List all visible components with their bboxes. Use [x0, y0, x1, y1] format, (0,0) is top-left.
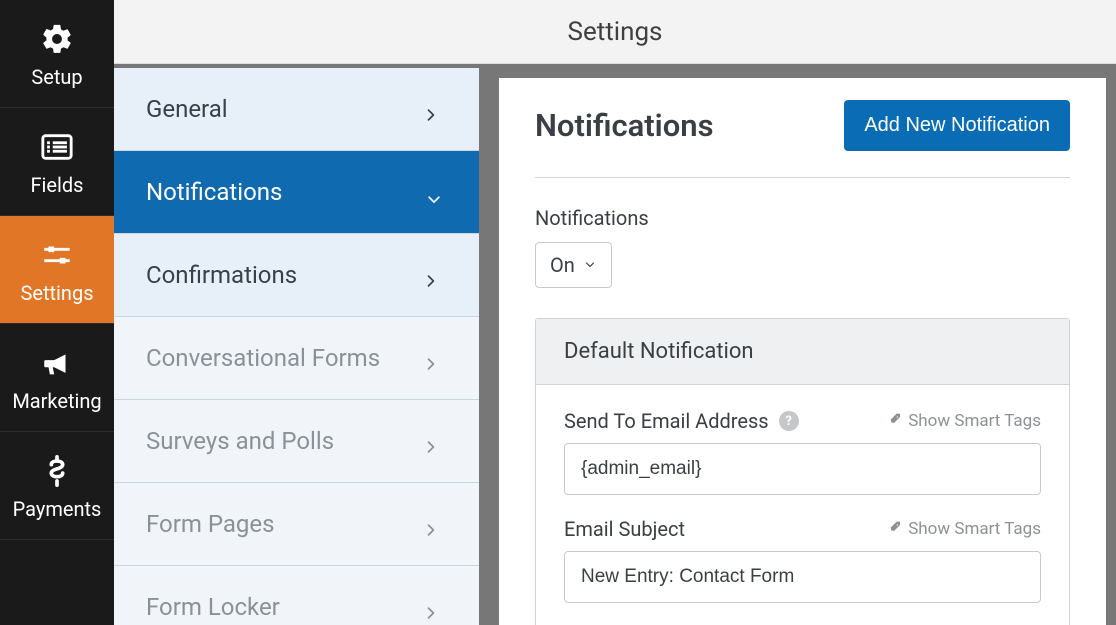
nav-item-general[interactable]: General	[114, 68, 479, 151]
nav-item-form-locker[interactable]: Form Locker	[114, 566, 479, 625]
chevron-right-icon	[425, 102, 439, 116]
nav-item-form-pages[interactable]: Form Pages	[114, 483, 479, 566]
rail-item-label: Marketing	[12, 389, 101, 413]
notifications-toggle-label: Notifications	[535, 206, 1070, 230]
rail-item-label: Settings	[20, 281, 93, 305]
notification-card: Default Notification Send To Email Addre…	[535, 318, 1070, 625]
left-rail: Setup Fields Settings Marketing Payments	[0, 0, 114, 625]
nav-item-label: Surveys and Polls	[146, 427, 334, 455]
show-smart-tags-link[interactable]: Show Smart Tags	[886, 519, 1041, 539]
notifications-toggle-block: Notifications On	[535, 206, 1070, 288]
chevron-right-icon	[425, 351, 439, 365]
dollar-icon	[37, 451, 77, 491]
chevron-down-icon	[583, 260, 597, 270]
rail-item-label: Setup	[31, 65, 82, 89]
smart-tags-label: Show Smart Tags	[908, 411, 1041, 431]
rail-item-label: Fields	[31, 173, 84, 197]
panes: General Notifications Confirmations Conv…	[114, 64, 1116, 625]
workspace: Settings General Notifications Confirmat…	[114, 0, 1116, 625]
chevron-right-icon	[425, 517, 439, 531]
page-title: Settings	[568, 17, 663, 47]
nav-item-label: Notifications	[146, 178, 282, 206]
nav-item-label: Form Locker	[146, 593, 280, 621]
nav-item-notifications[interactable]: Notifications	[114, 151, 479, 234]
settings-card: Notifications Add New Notification Notif…	[499, 78, 1106, 625]
rail-item-payments[interactable]: Payments	[0, 432, 114, 540]
chevron-right-icon	[425, 600, 439, 614]
notifications-toggle-select[interactable]: On	[535, 242, 612, 288]
send-to-input[interactable]	[564, 443, 1041, 495]
tag-icon	[886, 413, 902, 429]
nav-item-label: Form Pages	[146, 510, 275, 538]
card-header: Notifications Add New Notification	[535, 100, 1070, 178]
send-to-label: Send To Email Address	[564, 409, 769, 433]
chevron-down-icon	[425, 185, 439, 199]
chevron-right-icon	[425, 434, 439, 448]
rail-item-settings[interactable]: Settings	[0, 216, 114, 324]
help-icon[interactable]: ?	[779, 411, 799, 431]
main-column: Notifications Add New Notification Notif…	[489, 68, 1116, 625]
rail-item-fields[interactable]: Fields	[0, 108, 114, 216]
notification-card-body: Send To Email Address ? Show Smart Tags	[536, 385, 1069, 625]
list-icon	[37, 127, 77, 167]
show-smart-tags-link[interactable]: Show Smart Tags	[886, 411, 1041, 431]
gear-icon	[37, 19, 77, 59]
topbar: Settings	[114, 0, 1116, 64]
nav-item-label: Conversational Forms	[146, 344, 380, 372]
bullhorn-icon	[37, 343, 77, 383]
nav-item-label: Confirmations	[146, 261, 297, 289]
subject-row: Email Subject Show Smart Tags	[564, 517, 1041, 603]
send-to-row: Send To Email Address ? Show Smart Tags	[564, 409, 1041, 495]
nav-item-surveys-polls[interactable]: Surveys and Polls	[114, 400, 479, 483]
nav-item-confirmations[interactable]: Confirmations	[114, 234, 479, 317]
nav-item-label: General	[146, 95, 228, 123]
rail-item-marketing[interactable]: Marketing	[0, 324, 114, 432]
nav-item-conversational-forms[interactable]: Conversational Forms	[114, 317, 479, 400]
sliders-icon	[37, 235, 77, 275]
section-heading: Notifications	[535, 107, 714, 144]
rail-item-setup[interactable]: Setup	[0, 0, 114, 108]
subject-label: Email Subject	[564, 517, 685, 541]
select-value: On	[550, 253, 575, 277]
add-new-notification-button[interactable]: Add New Notification	[844, 100, 1070, 151]
notification-card-title: Default Notification	[536, 319, 1069, 385]
tag-icon	[886, 521, 902, 537]
chevron-right-icon	[425, 268, 439, 282]
settings-nav: General Notifications Confirmations Conv…	[114, 68, 489, 625]
rail-item-label: Payments	[13, 497, 102, 521]
smart-tags-label: Show Smart Tags	[908, 519, 1041, 539]
subject-input[interactable]	[564, 551, 1041, 603]
